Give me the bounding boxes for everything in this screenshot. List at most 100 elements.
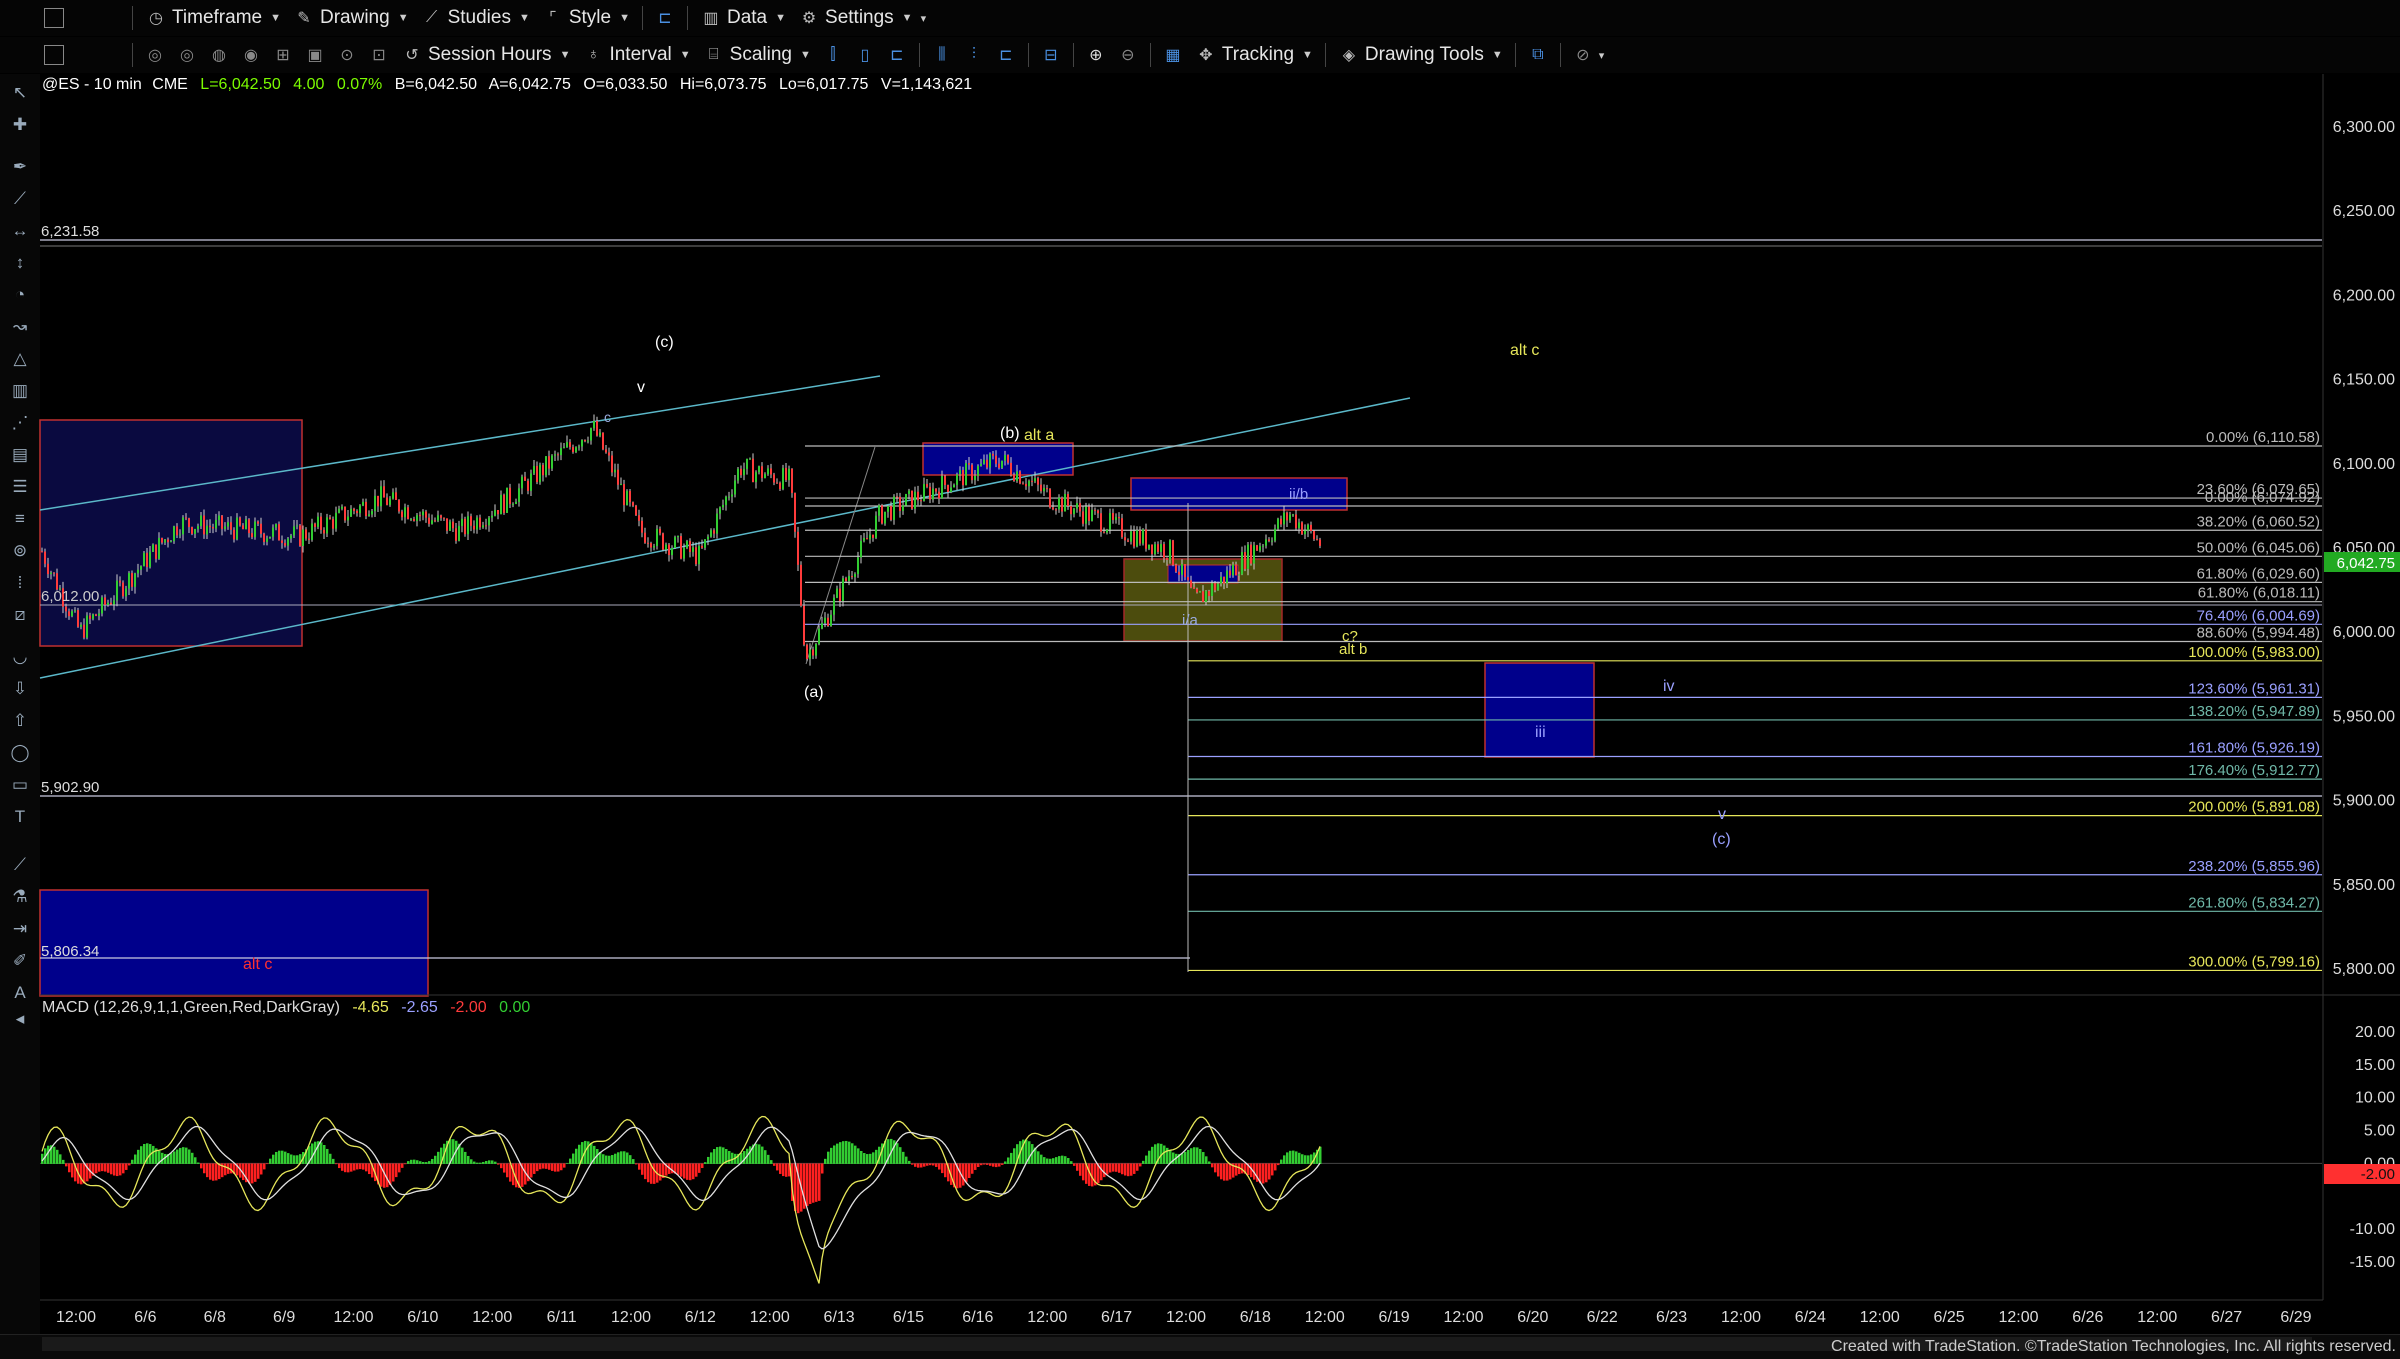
candle-body <box>542 464 544 476</box>
fib-level-label: 0.00% (6,074.92) <box>2205 489 2320 506</box>
macd-histogram-bar <box>614 1153 617 1164</box>
price-box-iii[interactable] <box>1484 662 1595 758</box>
price-box-alt-a[interactable] <box>922 442 1074 476</box>
candle-body <box>749 458 751 460</box>
compare-icon[interactable]: ◍ <box>206 42 232 68</box>
macd-histogram-bar <box>704 1162 707 1164</box>
overflow-chevron-icon[interactable]: ▾ <box>1599 49 1605 62</box>
settings-menu[interactable]: ⚙ Settings ▼ <box>792 3 919 33</box>
price-box-left[interactable] <box>39 419 303 647</box>
compress-icon[interactable]: ⫼ <box>929 42 955 68</box>
candle-body <box>641 520 643 533</box>
candle-body <box>1109 512 1111 530</box>
candle-body <box>518 488 520 502</box>
macd-histogram-bar <box>719 1146 722 1164</box>
hide-drawings-icon[interactable]: ⊘ <box>1570 42 1596 68</box>
time-tick-label: 6/11 <box>547 1309 577 1326</box>
zoom-out-icon[interactable]: ⊖ <box>1115 42 1141 68</box>
macd-axis[interactable]: 20.0015.0010.005.000.00-10.00-15.00 <box>2350 1024 2395 1271</box>
candle-body <box>272 527 274 537</box>
price-box-iib[interactable] <box>1130 477 1348 511</box>
chevron-down-icon: ▼ <box>679 49 691 61</box>
macd-tick-label: 15.00 <box>2355 1057 2395 1074</box>
candle-body <box>1211 583 1213 597</box>
macd-histogram-bar <box>1136 1163 1139 1171</box>
candle-body <box>512 503 514 505</box>
overflow-chevron-icon[interactable]: ▾ <box>921 12 927 25</box>
price-chart[interactable]: 0.00% (6,110.58)23.60% (6,079.65)0.00% (… <box>0 74 2400 1334</box>
candle-body <box>383 486 385 498</box>
macd-histogram-bar <box>131 1159 134 1164</box>
studies-menu[interactable]: ⟋ Studies ▼ <box>415 3 536 33</box>
candle-body <box>506 487 508 513</box>
window-menu-icon[interactable] <box>44 8 64 28</box>
macd-histogram-bar <box>191 1152 194 1164</box>
interval-menu[interactable]: ♁ Interval ▼ <box>576 40 696 70</box>
price-axis[interactable]: 6,300.00 6,250.00 6,200.00 6,150.00 6,100.00… <box>2333 119 2395 978</box>
candle-body <box>194 529 196 534</box>
candle-body <box>1007 454 1009 463</box>
candle-body <box>281 540 283 543</box>
candle-body <box>1280 518 1282 525</box>
split-icon[interactable]: ⊏ <box>993 42 1019 68</box>
candle-body <box>1076 503 1078 509</box>
bracket-toggle-icon[interactable]: ⊏ <box>652 5 678 31</box>
macd-histogram-bar <box>632 1159 635 1164</box>
candle-body <box>836 588 838 598</box>
macd-histogram-bar <box>353 1163 356 1171</box>
candle-body <box>1214 583 1216 591</box>
expand-icon[interactable]: ⫶ <box>961 42 987 68</box>
new-window-icon[interactable]: ⧉ <box>1525 42 1551 68</box>
candle-body <box>1019 471 1021 484</box>
macd-histogram-bar <box>971 1163 974 1174</box>
trend-line-thin[interactable] <box>805 446 876 665</box>
candle-style-icon[interactable]: ▯ <box>852 42 878 68</box>
drawing-menu[interactable]: ✎ Drawing ▼ <box>287 3 415 33</box>
style-menu[interactable]: ⌜ Style ▼ <box>536 3 636 33</box>
zoom-in-icon[interactable]: ⊕ <box>1083 42 1109 68</box>
macd-histogram-bar <box>542 1163 545 1169</box>
macd-tick-label: 20.00 <box>2355 1024 2395 1041</box>
candle-body <box>1274 528 1276 541</box>
wave-label-iii: iii <box>1535 724 1546 741</box>
wave-label-a-paren: (a) <box>804 684 824 701</box>
chevron-down-icon: ▼ <box>901 12 913 24</box>
drawing-tools-menu[interactable]: ◈ Drawing Tools ▼ <box>1332 40 1509 70</box>
symbol-link-icon[interactable]: ◎ <box>174 42 200 68</box>
time-axis[interactable]: 12:00 6/6 6/8 6/9 12:00 6/10 12:00 6/11 12:00 6/1… <box>56 1309 2312 1326</box>
candle-body <box>422 511 424 516</box>
macd-histogram-bar <box>644 1163 647 1180</box>
candle-body <box>335 512 337 529</box>
candle-body <box>602 432 604 450</box>
tracking-menu[interactable]: ✥ Tracking ▼ <box>1189 40 1319 70</box>
grid-table-icon[interactable]: ▦ <box>1160 42 1186 68</box>
candle-body <box>788 468 790 481</box>
session-hours-menu[interactable]: ↺ Session Hours ▼ <box>395 40 576 70</box>
data-menu[interactable]: ▥ Data ▼ <box>694 3 792 33</box>
insert-icon[interactable]: ⊞ <box>270 42 296 68</box>
candle-body <box>929 486 931 500</box>
macd-tick-label: -15.00 <box>2350 1254 2395 1271</box>
search-icon[interactable]: ⊙ <box>334 42 360 68</box>
grid-icon[interactable]: ⊟ <box>1038 42 1064 68</box>
macd-value-1: -4.65 <box>352 999 389 1016</box>
macd-histogram-bar <box>101 1163 104 1172</box>
candle-body <box>275 524 277 528</box>
candle-body <box>809 649 811 660</box>
bar-style-icon[interactable]: ⫿ <box>820 42 846 68</box>
macd-histogram-bar <box>392 1163 395 1182</box>
save-icon[interactable]: ▣ <box>302 42 328 68</box>
macd-histogram-bar <box>464 1151 467 1164</box>
macd-histogram-bar <box>125 1163 128 1170</box>
candle-body <box>1241 552 1243 575</box>
scaling-menu[interactable]: ⌸ Scaling ▼ <box>697 40 817 70</box>
link-icon[interactable]: ◎ <box>142 42 168 68</box>
screenshot-icon[interactable]: ⊡ <box>366 42 392 68</box>
refresh-icon[interactable]: ◉ <box>238 42 264 68</box>
candle-body <box>251 533 253 538</box>
candle-body <box>983 459 985 464</box>
window-menu-icon[interactable] <box>44 45 64 65</box>
line-style-icon[interactable]: ⊏ <box>884 42 910 68</box>
candle-body <box>311 523 313 540</box>
timeframe-menu[interactable]: ◷ Timeframe ▼ <box>139 3 287 33</box>
